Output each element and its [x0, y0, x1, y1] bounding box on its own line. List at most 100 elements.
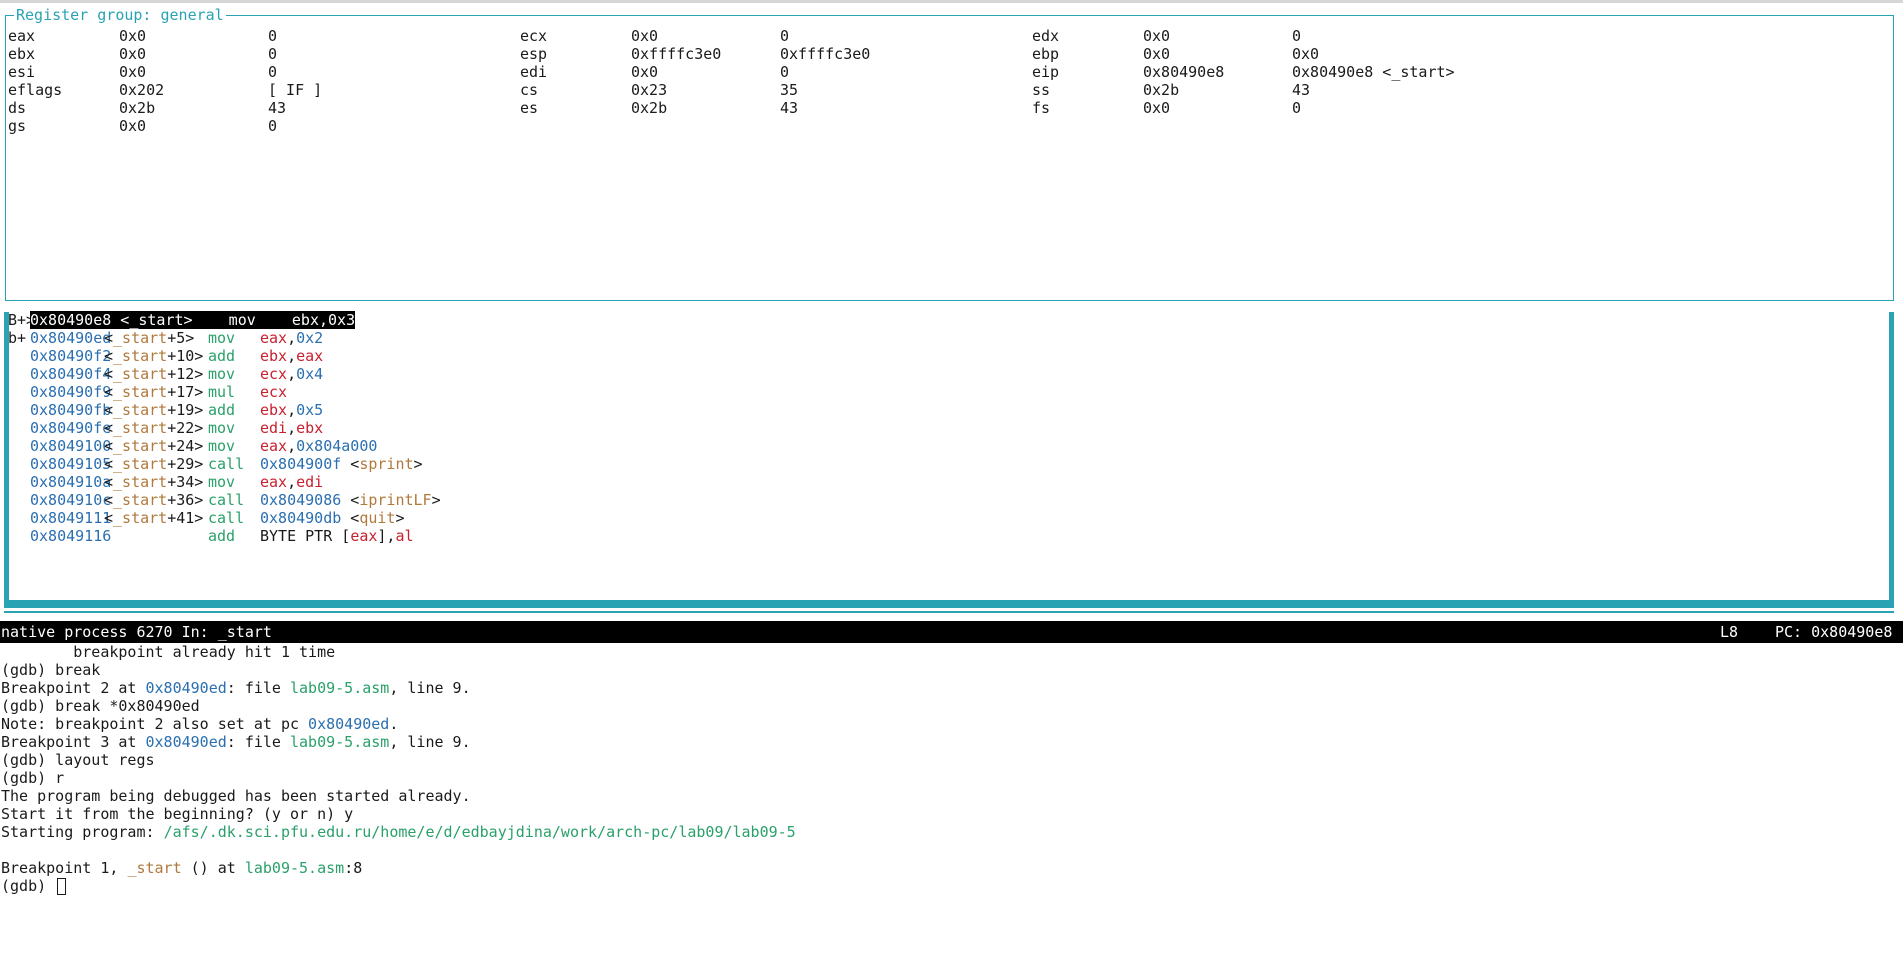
symbol-name: _start — [113, 419, 168, 437]
symbol-bracket: < — [104, 383, 114, 401]
register-natural-value: [ IF ] — [268, 81, 323, 99]
register-name: edx — [1032, 27, 1060, 45]
status-process: native process 6270 In: _start — [1, 623, 272, 641]
symbol-offset: +22> — [167, 419, 204, 437]
register-name: ecx — [520, 27, 548, 45]
register-natural-value: 43 — [1292, 81, 1311, 99]
instruction-symbol: <_start+22> — [104, 419, 203, 437]
operand-reg: eax — [296, 347, 324, 365]
operand-plain: , — [287, 473, 297, 491]
register-hex-value: 0x0 — [1143, 99, 1171, 117]
command-output: breakpoint already hit 1 time (gdb) break… — [1, 643, 1901, 877]
instruction-operands: BYTE PTR [eax],al — [260, 527, 414, 545]
instruction-address: 0x8049111 — [30, 509, 112, 527]
command-output-line: (gdb) break — [1, 661, 1901, 679]
command-pane[interactable]: breakpoint already hit 1 time (gdb) break… — [1, 643, 1901, 895]
operand-reg: ebx — [260, 401, 288, 419]
operand-reg: edi — [260, 419, 288, 437]
instruction-operands: 0x80490db <quit> — [260, 509, 405, 527]
register-pane-title: Register group: general — [14, 6, 226, 24]
command-prompt-line[interactable]: (gdb) — [1, 877, 1901, 895]
register-name: esi — [8, 63, 36, 81]
register-hex-value: 0x2b — [119, 99, 156, 117]
operand-reg: edi — [296, 473, 324, 491]
command-output-line: Note: breakpoint 2 also set at pc 0x8049… — [1, 715, 1901, 733]
symbol-name: _start — [113, 473, 168, 491]
instruction-opcode: mov — [208, 473, 236, 491]
symbol-bracket: < — [104, 365, 114, 383]
asm-pane-bottom-border — [4, 600, 1894, 608]
operand-sym: sprint — [359, 455, 414, 473]
operand-reg: eax — [260, 329, 288, 347]
register-hex-value: 0x2b — [631, 99, 668, 117]
instruction-operands: ebx,eax — [260, 347, 323, 365]
instruction-symbol: <_start+12> — [104, 365, 203, 383]
register-natural-value: 0 — [1292, 99, 1302, 117]
instruction-address: 0x8049116 — [30, 527, 112, 545]
instruction-operands: edi,ebx — [260, 419, 323, 437]
register-natural-value: 0 — [268, 27, 278, 45]
operand-plain: < — [341, 509, 360, 527]
output-plain-text: (gdb) layout regs — [1, 751, 155, 769]
symbol-name: _start — [113, 491, 168, 509]
symbol-name: _start — [113, 365, 168, 383]
instruction-symbol: <_start+41> — [104, 509, 203, 527]
symbol-name: _start — [113, 347, 168, 365]
register-name: gs — [8, 117, 27, 135]
instruction-operands: eax,edi — [260, 473, 323, 491]
instruction-opcode: call — [208, 491, 245, 509]
register-name: esp — [520, 45, 548, 63]
output-addr-text: 0x80490ed — [308, 715, 390, 733]
instruction-symbol: <_start+36> — [104, 491, 203, 509]
symbol-offset: +19> — [167, 401, 204, 419]
command-output-line: The program being debugged has been star… — [1, 787, 1901, 805]
register-name: ds — [8, 99, 27, 117]
register-name: eflags — [8, 81, 63, 99]
instruction-opcode: add — [208, 347, 236, 365]
register-hex-value: 0x2b — [1143, 81, 1180, 99]
operand-num: 0x804900f — [260, 455, 342, 473]
output-plain-text: () at — [181, 859, 245, 877]
instruction-address: 0x80490fe — [30, 419, 112, 437]
command-output-line: Start it from the beginning? (y or n) y — [1, 805, 1901, 823]
asm-pane-scrollbar[interactable] — [1889, 312, 1894, 608]
register-natural-value: 43 — [780, 99, 799, 117]
operand-reg: eax — [260, 437, 288, 455]
instruction-address: 0x804910c — [30, 491, 112, 509]
register-natural-value: 0 — [780, 63, 790, 81]
symbol-name: _start — [113, 437, 168, 455]
output-file-text: lab09-5.asm — [290, 679, 390, 697]
operand-plain: , — [287, 347, 297, 365]
output-plain-text: Breakpoint 2 at — [1, 679, 146, 697]
register-hex-value: 0x0 — [119, 63, 147, 81]
instruction-opcode: mul — [208, 383, 236, 401]
instruction-address: 0x8049100 — [30, 437, 112, 455]
status-line-number: L8 — [1720, 623, 1739, 641]
instruction-opcode: mov — [208, 329, 236, 347]
instruction-operands: ecx,0x4 — [260, 365, 323, 383]
operand-plain: , — [287, 419, 297, 437]
operand-num: 0x804a000 — [296, 437, 378, 455]
instruction-opcode: add — [208, 401, 236, 419]
register-hex-value: 0x80490e8 — [1143, 63, 1225, 81]
output-plain-text: (gdb) break *0x80490ed — [1, 697, 200, 715]
command-output-line: Breakpoint 1, _start () at lab09-5.asm:8 — [1, 859, 1901, 877]
register-natural-value: 0 — [780, 27, 790, 45]
symbol-bracket: < — [104, 419, 114, 437]
register-hex-value: 0x0 — [631, 63, 659, 81]
register-name: eip — [1032, 63, 1060, 81]
operand-reg: eax — [260, 473, 288, 491]
symbol-offset: +5> — [167, 329, 195, 347]
register-hex-value: 0x0 — [1143, 27, 1171, 45]
output-plain-text: (gdb) break — [1, 661, 101, 679]
command-output-line: (gdb) layout regs — [1, 751, 1901, 769]
output-file-text: lab09-5.asm — [244, 859, 345, 877]
symbol-offset: +10> — [167, 347, 204, 365]
text-cursor[interactable] — [57, 878, 67, 895]
operand-plain: , — [287, 329, 297, 347]
output-sym-text: _start — [127, 859, 182, 877]
register-natural-value: 0x0 — [1292, 45, 1320, 63]
register-hex-value: 0x0 — [119, 27, 147, 45]
output-file-text: lab09-5.asm — [290, 733, 390, 751]
operand-num: 0x8049086 — [260, 491, 342, 509]
